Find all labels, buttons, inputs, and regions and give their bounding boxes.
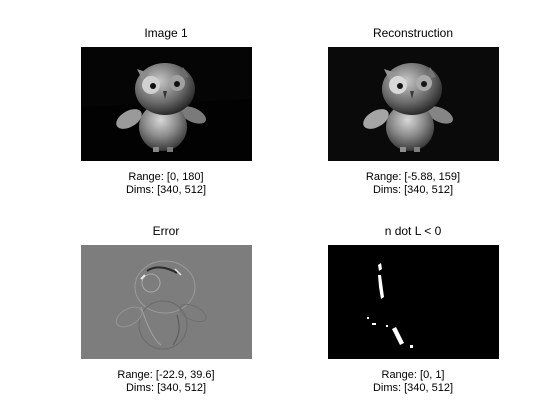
panel-dims-error: Dims: [340, 512] [125,382,207,394]
panel-range-ndotl: Range: [0, 1] [381,369,445,381]
panel-title-ndotl: n dot L < 0 [384,224,442,238]
panel-title-error: Error [152,224,180,238]
owl-image-error [81,245,252,359]
panel-range-reconstruction: Range: [-5.88, 159] [365,171,461,183]
panel-dims-image1: Dims: [340, 512] [125,184,207,196]
panel-title-image1: Image 1 [144,26,188,40]
owl-image-original [81,47,252,161]
image-original [81,47,252,161]
panel-range-image1: Range: [0, 180] [128,171,204,183]
owl-image-reconstruction [328,47,499,161]
image-reconstruction [328,47,499,161]
panel-dims-reconstruction: Dims: [340, 512] [372,184,454,196]
figure-window: Image 1 Range: [0, 180] Dims: [340, 512]… [0,0,560,420]
panel-dims-ndotl: Dims: [340, 512] [372,382,454,394]
panel-range-error: Range: [-22.9, 39.6] [117,369,215,381]
ndotl-mask-image [328,245,499,359]
image-error [81,245,252,359]
image-ndotl-mask [328,245,499,359]
panel-title-reconstruction: Reconstruction [372,26,454,40]
